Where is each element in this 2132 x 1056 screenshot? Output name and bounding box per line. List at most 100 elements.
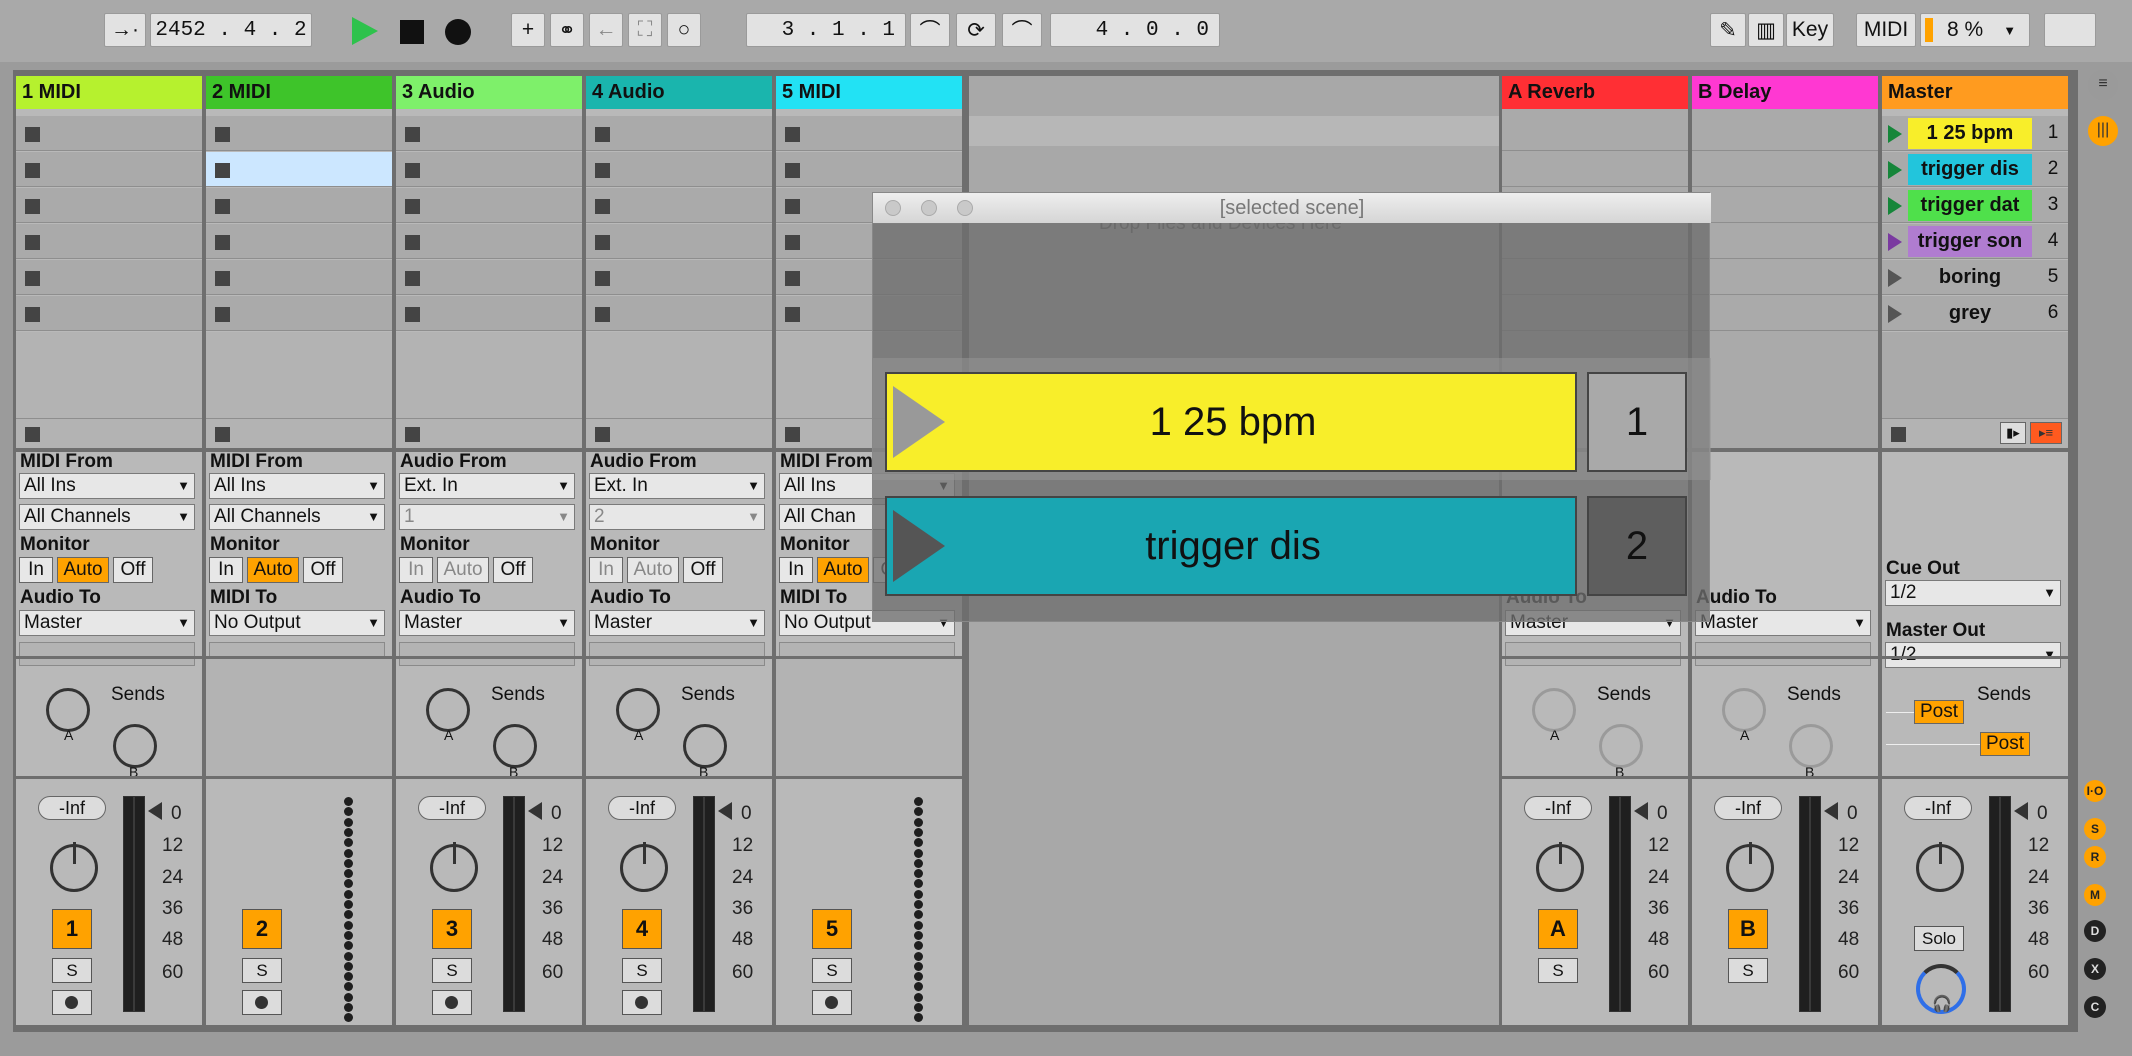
send-b-knob[interactable] xyxy=(493,724,537,768)
track-title[interactable]: A Reverb xyxy=(1502,76,1688,109)
solo-button[interactable]: S xyxy=(242,958,282,983)
clip-stop-icon[interactable] xyxy=(25,163,40,178)
output-type-select[interactable]: No Output xyxy=(209,610,385,636)
clip-slot[interactable] xyxy=(396,188,582,223)
session-record-icon[interactable]: ○ xyxy=(667,13,701,47)
solo-button[interactable]: S xyxy=(432,958,472,983)
output-type-select[interactable]: Master xyxy=(589,610,765,636)
stop-all-clips-icon[interactable] xyxy=(1891,427,1906,442)
clip-stop-icon[interactable] xyxy=(215,307,230,322)
input-channel-select[interactable]: 1 xyxy=(399,504,575,530)
clip-stop-icon[interactable] xyxy=(595,271,610,286)
record-icon[interactable] xyxy=(445,19,471,45)
clip-stop-icon[interactable] xyxy=(595,307,610,322)
scene-launch-icon[interactable] xyxy=(1888,197,1902,215)
clip-slot[interactable] xyxy=(206,116,392,151)
clip-slot[interactable] xyxy=(396,152,582,187)
stop-clips-icon[interactable] xyxy=(215,427,230,442)
clip-slot[interactable] xyxy=(396,296,582,331)
clip-stop-icon[interactable] xyxy=(25,307,40,322)
volume-value[interactable]: -Inf xyxy=(418,796,486,820)
clip-stop-icon[interactable] xyxy=(215,235,230,250)
clip-slot[interactable] xyxy=(1692,116,1878,151)
view-toggle-r[interactable]: R xyxy=(2084,846,2106,868)
clip-slot[interactable] xyxy=(16,116,202,151)
volume-slider-icon[interactable] xyxy=(2014,802,2028,820)
input-type-select[interactable]: Ext. In xyxy=(399,473,575,499)
monitor-off-button[interactable]: Off xyxy=(683,557,723,583)
loop-icon[interactable]: ⟳ xyxy=(956,13,996,47)
punch-in-icon[interactable]: ⌒ xyxy=(910,13,950,47)
send-b-post-button[interactable]: Post xyxy=(1980,732,2030,756)
clip-slot[interactable] xyxy=(1692,260,1878,295)
clip-slot[interactable] xyxy=(776,116,962,151)
clip-slot[interactable] xyxy=(1692,224,1878,259)
input-type-select[interactable]: All Ins xyxy=(19,473,195,499)
stop-clips-icon[interactable] xyxy=(785,427,800,442)
volume-value[interactable]: -Inf xyxy=(1714,796,1782,820)
scene-name[interactable]: trigger dis xyxy=(1908,154,2032,185)
clip-empty-area[interactable] xyxy=(16,332,202,418)
clip-stop-icon[interactable] xyxy=(595,127,610,142)
capture-icon[interactable]: ⛶ xyxy=(628,13,662,47)
scene-1-number[interactable]: 1 xyxy=(1587,372,1687,472)
solo-cue-button[interactable]: Solo xyxy=(1914,926,1964,951)
scene-row[interactable]: 1 25 bpm 1 xyxy=(1882,116,2068,151)
monitor-in-button[interactable]: In xyxy=(779,557,813,583)
loop-start[interactable]: 3 . 1 . 1 xyxy=(746,13,906,47)
monitor-off-button[interactable]: Off xyxy=(113,557,153,583)
view-toggle-s[interactable]: S xyxy=(2084,818,2106,840)
input-channel-select[interactable]: 2 xyxy=(589,504,765,530)
track-title[interactable]: 4 Audio xyxy=(586,76,772,109)
clip-stop-icon[interactable] xyxy=(25,271,40,286)
clip-slot[interactable] xyxy=(206,152,392,187)
arm-button[interactable] xyxy=(432,990,472,1015)
track-title[interactable]: B Delay xyxy=(1692,76,1878,109)
track-title[interactable]: 2 MIDI xyxy=(206,76,392,109)
input-type-select[interactable]: All Ins xyxy=(209,473,385,499)
clip-slot[interactable] xyxy=(1502,116,1688,151)
draw-mode-icon[interactable]: ✎ xyxy=(1710,13,1746,47)
volume-slider-icon[interactable] xyxy=(1824,802,1838,820)
track-activator-button[interactable]: 5 xyxy=(812,909,852,949)
midi-map-button[interactable]: MIDI xyxy=(1856,13,1916,47)
clip-stop-icon[interactable] xyxy=(595,235,610,250)
clip-slot[interactable] xyxy=(586,188,772,223)
cue-out-select[interactable]: 1/2 xyxy=(1885,580,2061,606)
clip-stop-icon[interactable] xyxy=(785,307,800,322)
scene-launch-icon[interactable] xyxy=(1888,269,1902,287)
scene-row[interactable]: boring 5 xyxy=(1882,260,2068,295)
arm-button[interactable] xyxy=(622,990,662,1015)
clip-stop-icon[interactable] xyxy=(25,199,40,214)
scene-row[interactable]: grey 6 xyxy=(1882,296,2068,331)
clip-slot[interactable] xyxy=(586,224,772,259)
volume-slider-icon[interactable] xyxy=(718,802,732,820)
track-title[interactable]: 5 MIDI xyxy=(776,76,962,109)
volume-value[interactable]: -Inf xyxy=(1524,796,1592,820)
scene-2-launch[interactable]: trigger dis xyxy=(885,496,1577,596)
keyboard-icon[interactable]: ▥ xyxy=(1748,13,1784,47)
view-menu-icon[interactable]: ≡ xyxy=(2088,70,2118,100)
send-a-knob[interactable] xyxy=(1722,688,1766,732)
monitor-in-button[interactable]: In xyxy=(399,557,433,583)
send-a-knob[interactable] xyxy=(46,688,90,732)
follow-action-icon[interactable]: ▮▸ xyxy=(2000,422,2026,444)
scene-name[interactable]: 1 25 bpm xyxy=(1908,118,2032,149)
clip-slot[interactable] xyxy=(206,224,392,259)
clip-stop-icon[interactable] xyxy=(785,199,800,214)
clip-slot[interactable] xyxy=(586,260,772,295)
clip-stop-icon[interactable] xyxy=(405,199,420,214)
clip-stop-icon[interactable] xyxy=(405,307,420,322)
solo-button[interactable]: S xyxy=(52,958,92,983)
scene-launch-icon[interactable] xyxy=(1888,161,1902,179)
monitor-in-button[interactable]: In xyxy=(209,557,243,583)
monitor-off-button[interactable]: Off xyxy=(493,557,533,583)
view-toggle-m[interactable]: M xyxy=(2084,884,2106,906)
scene-name[interactable]: grey xyxy=(1908,298,2032,329)
automation-arm-icon[interactable]: ⚭ xyxy=(550,13,584,47)
track-activator-button[interactable]: 4 xyxy=(622,909,662,949)
clip-stop-icon[interactable] xyxy=(595,199,610,214)
clip-stop-icon[interactable] xyxy=(785,163,800,178)
arm-button[interactable] xyxy=(52,990,92,1015)
send-a-knob[interactable] xyxy=(426,688,470,732)
